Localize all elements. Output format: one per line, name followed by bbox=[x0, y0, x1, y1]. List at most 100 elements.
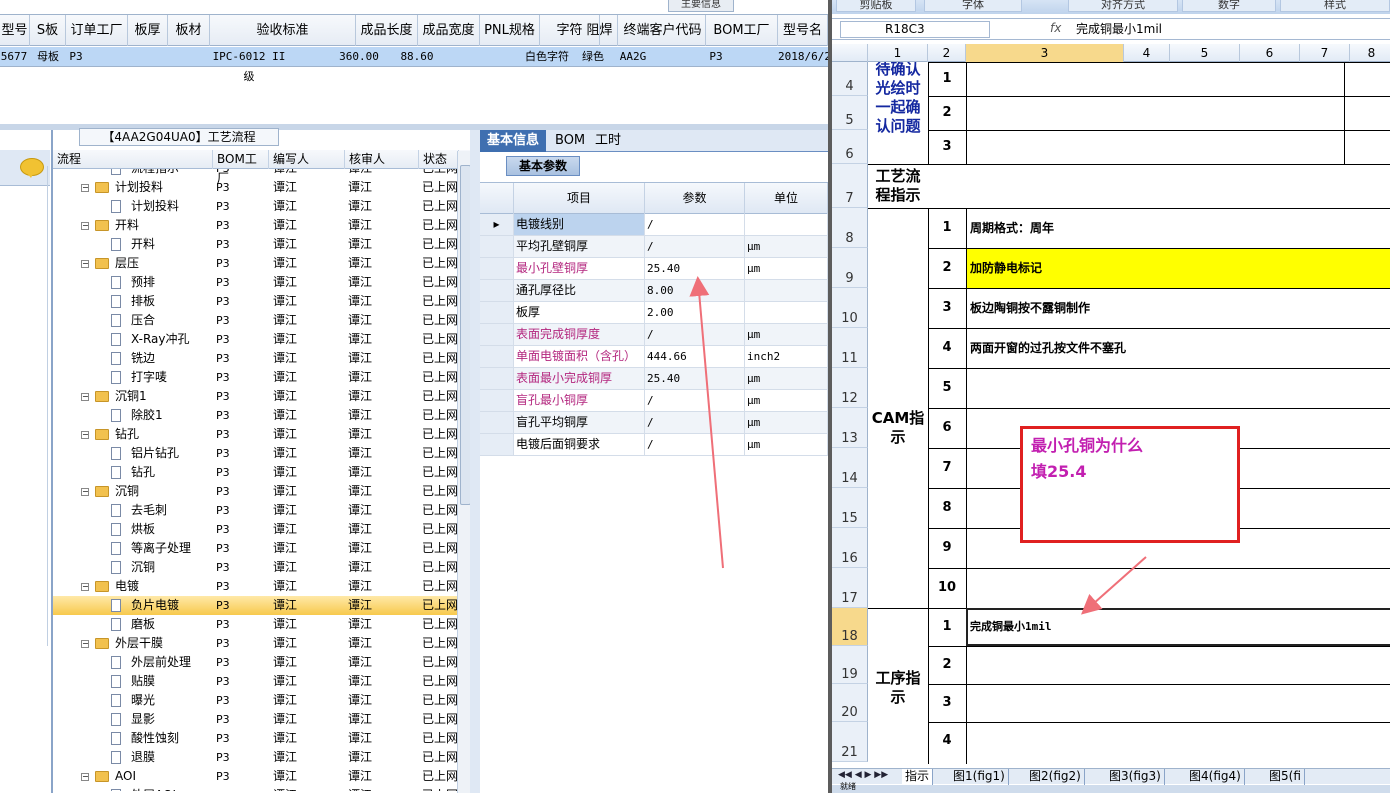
column-header[interactable]: 8 bbox=[1350, 44, 1390, 62]
param-value[interactable]: 2.00 bbox=[645, 302, 745, 323]
sheet-nav-arrows[interactable]: ◀◀ ◀ ▶ ▶▶ bbox=[838, 770, 888, 780]
tree-row[interactable]: − 外层干膜 P3 谭江 谭江 已上网 bbox=[53, 634, 457, 653]
param-row[interactable]: ▸ 电镀线别 / bbox=[480, 214, 828, 236]
grid-col-header[interactable]: S板 bbox=[30, 15, 66, 46]
column-header[interactable]: 5 bbox=[1170, 44, 1240, 62]
proc-instruction[interactable]: 完成铜最小1mil bbox=[970, 608, 1052, 646]
name-box[interactable]: R18C3 bbox=[840, 21, 990, 38]
sheet-tab[interactable]: 图2(fig2) bbox=[1026, 769, 1085, 785]
tree-row[interactable]: 酸性蚀刻 P3 谭江 谭江 已上网 bbox=[53, 729, 457, 748]
tree-row[interactable]: 曝光 P3 谭江 谭江 已上网 bbox=[53, 691, 457, 710]
tree-row[interactable]: − 开料 P3 谭江 谭江 已上网 bbox=[53, 216, 457, 235]
tree-row[interactable]: X-Ray冲孔 P3 谭江 谭江 已上网 bbox=[53, 330, 457, 349]
param-row[interactable]: 单面电镀面积（含孔） 444.66 inch2 bbox=[480, 346, 828, 368]
grid-col-header[interactable]: PNL规格 bbox=[480, 15, 540, 46]
tree-row[interactable]: 铝片钻孔 P3 谭江 谭江 已上网 bbox=[53, 444, 457, 463]
param-row[interactable]: 表面完成铜厚度 / μm bbox=[480, 324, 828, 346]
tree-row[interactable]: 开料 P3 谭江 谭江 已上网 bbox=[53, 235, 457, 254]
cam-instruction[interactable]: 两面开窗的过孔按文件不塞孔 bbox=[970, 328, 1126, 368]
formula-input[interactable]: 完成铜最小1mil bbox=[1076, 20, 1162, 39]
param-row[interactable]: 电镀后面铜要求 / μm bbox=[480, 434, 828, 456]
param-value[interactable]: / bbox=[645, 214, 745, 235]
collapse-toggle[interactable]: − bbox=[81, 488, 89, 496]
param-row[interactable]: 盲孔平均铜厚 / μm bbox=[480, 412, 828, 434]
tree-row[interactable]: 贴膜 P3 谭江 谭江 已上网 bbox=[53, 672, 457, 691]
tree-row[interactable]: − 钻孔 P3 谭江 谭江 已上网 bbox=[53, 425, 457, 444]
row-header[interactable]: 5 bbox=[832, 96, 868, 130]
collapse-toggle[interactable]: − bbox=[81, 393, 89, 401]
param-value[interactable]: 8.00 bbox=[645, 280, 745, 301]
sheet-tab[interactable]: 图1(fig1) bbox=[950, 769, 1009, 785]
grid-col-header[interactable]: 成品长度 bbox=[356, 15, 418, 46]
tree-row[interactable]: 钻孔 P3 谭江 谭江 已上网 bbox=[53, 463, 457, 482]
collapse-toggle[interactable]: − bbox=[81, 222, 89, 230]
tree-row[interactable]: 预排 P3 谭江 谭江 已上网 bbox=[53, 273, 457, 292]
row-header[interactable]: 8 bbox=[832, 208, 868, 248]
param-col-header[interactable]: 项目 bbox=[514, 183, 645, 214]
tree-col-header[interactable]: 核审人 bbox=[345, 150, 419, 169]
tree-row[interactable]: 外层前处理 P3 谭江 谭江 已上网 bbox=[53, 653, 457, 672]
param-value[interactable]: / bbox=[645, 412, 745, 433]
tab-1[interactable]: BOM bbox=[548, 130, 592, 152]
param-value[interactable]: / bbox=[645, 390, 745, 411]
tab-2[interactable]: 工时 bbox=[588, 130, 628, 152]
grid-col-header[interactable]: 订单工厂 bbox=[66, 15, 128, 46]
grid-col-header[interactable]: 阻焊 bbox=[582, 15, 618, 46]
ribbon-group[interactable]: 样式 bbox=[1280, 0, 1390, 12]
column-header[interactable]: 1 bbox=[868, 44, 928, 62]
row-header[interactable]: 12 bbox=[832, 368, 868, 408]
row-header[interactable]: 19 bbox=[832, 646, 868, 684]
row-header[interactable]: 20 bbox=[832, 684, 868, 722]
grid-col-header[interactable]: 终端客户代码 bbox=[620, 15, 706, 46]
grid-col-header[interactable]: 板材 bbox=[168, 15, 210, 46]
tree-row[interactable]: 铣边 P3 谭江 谭江 已上网 bbox=[53, 349, 457, 368]
grid-col-header[interactable]: 板厚 bbox=[128, 15, 168, 46]
tree-col-header[interactable]: BOM工厂 bbox=[213, 150, 269, 185]
row-header[interactable]: 10 bbox=[832, 288, 868, 328]
tree-row[interactable]: − 沉铜 P3 谭江 谭江 已上网 bbox=[53, 482, 457, 501]
collapse-toggle[interactable]: − bbox=[81, 640, 89, 648]
order-grid-row[interactable]: 5677 母板 P3 IPC-6012 II级 360.00 88.60 白色字符 绿色 AA2… bbox=[0, 47, 828, 83]
param-value[interactable]: / bbox=[645, 434, 745, 455]
tree-row[interactable]: 外层AOI P3 谭江 谭江 已上网 bbox=[53, 786, 457, 791]
param-row[interactable]: 平均孔壁铜厚 / μm bbox=[480, 236, 828, 258]
tree-row[interactable]: − 沉铜1 P3 谭江 谭江 已上网 bbox=[53, 387, 457, 406]
row-header[interactable]: 14 bbox=[832, 448, 868, 488]
tree-row[interactable]: 排板 P3 谭江 谭江 已上网 bbox=[53, 292, 457, 311]
grid-col-header[interactable]: BOM工厂 bbox=[706, 15, 778, 46]
ribbon-group[interactable]: 数字 bbox=[1182, 0, 1276, 12]
tree-row[interactable]: − 计划投料 P3 谭江 谭江 已上网 bbox=[53, 178, 457, 197]
tree-row[interactable]: − 层压 P3 谭江 谭江 已上网 bbox=[53, 254, 457, 273]
sheet-tab[interactable]: 图3(fig3) bbox=[1106, 769, 1165, 785]
row-header[interactable]: 6 bbox=[832, 130, 868, 164]
param-row[interactable]: 表面最小完成铜厚 25.40 μm bbox=[480, 368, 828, 390]
param-row[interactable]: 板厚 2.00 bbox=[480, 302, 828, 324]
tree-col-header[interactable]: 编写人 bbox=[269, 150, 345, 169]
tree-row[interactable]: 压合 P3 谭江 谭江 已上网 bbox=[53, 311, 457, 330]
tree-row[interactable]: 烘板 P3 谭江 谭江 已上网 bbox=[53, 520, 457, 539]
row-header[interactable]: 15 bbox=[832, 488, 868, 528]
tree-row[interactable]: 计划投料 P3 谭江 谭江 已上网 bbox=[53, 197, 457, 216]
grid-col-header[interactable]: 型号名 bbox=[778, 15, 828, 46]
tree-row[interactable]: 退膜 P3 谭江 谭江 已上网 bbox=[53, 748, 457, 767]
fx-icon[interactable]: fx bbox=[1050, 21, 1061, 35]
param-row[interactable]: 通孔厚径比 8.00 bbox=[480, 280, 828, 302]
select-all-corner[interactable] bbox=[832, 44, 868, 62]
row-header[interactable]: 4 bbox=[832, 62, 868, 96]
row-header[interactable]: 7 bbox=[832, 164, 868, 208]
row-header[interactable]: 17 bbox=[832, 568, 868, 608]
collapse-toggle[interactable]: − bbox=[81, 431, 89, 439]
tree-row[interactable]: 显影 P3 谭江 谭江 已上网 bbox=[53, 710, 457, 729]
tree-row[interactable]: − 电镀 P3 谭江 谭江 已上网 bbox=[53, 577, 457, 596]
row-header[interactable]: 13 bbox=[832, 408, 868, 448]
column-header[interactable]: 2 bbox=[928, 44, 966, 62]
row-header[interactable]: 11 bbox=[832, 328, 868, 368]
column-header[interactable]: 6 bbox=[1240, 44, 1300, 62]
tree-row[interactable]: 负片电镀 P3 谭江 谭江 已上网 bbox=[53, 596, 457, 615]
row-header[interactable]: 16 bbox=[832, 528, 868, 568]
row-header[interactable]: 21 bbox=[832, 722, 868, 762]
param-col-header[interactable]: 单位 bbox=[745, 183, 828, 214]
grid-col-header[interactable]: 型号 bbox=[0, 15, 30, 46]
tree-col-header[interactable]: 状态 bbox=[419, 150, 459, 169]
tree-row[interactable]: 等离子处理 P3 谭江 谭江 已上网 bbox=[53, 539, 457, 558]
